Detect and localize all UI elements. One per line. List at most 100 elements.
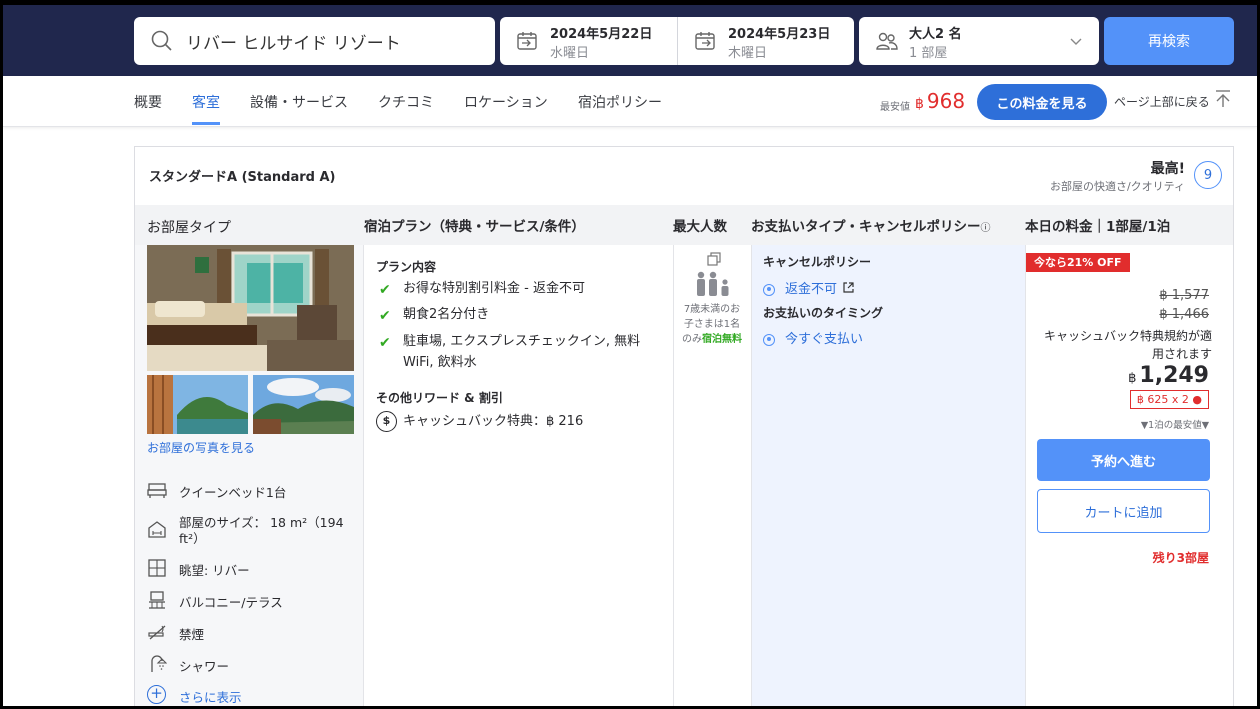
feature-room-size-label: 部屋のサイズ： 18 m²（194 ft²）: [179, 515, 344, 546]
final-price: ฿ 1,249: [1128, 363, 1209, 388]
view-icon: [147, 558, 167, 578]
feature-shower-label: シャワー: [179, 659, 230, 674]
payment-timing-heading: お支払いのタイミング: [763, 306, 884, 320]
room-photos-link[interactable]: お部屋の写真を見る: [147, 439, 255, 456]
header-price: 本日の料金｜1部屋/1泊: [1025, 219, 1171, 235]
checkin-day-text: 水曜日: [550, 46, 590, 61]
checkin-date[interactable]: 2024年5月22日 水曜日: [500, 17, 677, 65]
balcony-icon: [147, 590, 167, 610]
guests-count: 大人2 名: [909, 27, 962, 42]
add-to-cart-button[interactable]: カートに追加: [1037, 489, 1210, 533]
back-to-top-link[interactable]: ページ上部に戻る: [1114, 93, 1210, 110]
plan-item-discount: ✔ お得な特別割引料金 - 返金不可: [379, 278, 649, 299]
search-icon: [150, 29, 174, 57]
adult-child-icon: [695, 271, 733, 301]
date-picker[interactable]: 2024年5月22日 水曜日 2024年5月23日 木曜日: [500, 17, 854, 65]
plan-item-discount-text: お得な特別割引料金 - 返金不可: [403, 281, 585, 296]
rewards-heading: その他リワード & 割引: [376, 391, 503, 405]
original-price-1: ฿ 1,577: [1159, 288, 1209, 303]
checkout-date[interactable]: 2024年5月23日 木曜日: [677, 17, 854, 65]
property-nav: 概要 客室 設備・サービス クチコミ ロケーション 宿泊ポリシー 最安値 ฿ 96…: [3, 76, 1257, 127]
plan-heading: プラン内容: [376, 260, 437, 274]
room-photo-balcony[interactable]: [147, 375, 248, 434]
room-photo-main[interactable]: [147, 245, 354, 371]
cancel-policy-option[interactable]: 返金不可: [763, 278, 854, 297]
child-policy-free: 宿泊無料: [702, 334, 742, 345]
external-link-icon[interactable]: [843, 282, 854, 297]
header-payment-text: お支払いタイプ・キャンセルポリシー: [751, 219, 981, 235]
tab-location[interactable]: ロケーション: [464, 92, 548, 112]
per-person-price: ฿ 625 x 2 ●: [1129, 390, 1209, 409]
plan-item-amenities-text: 駐車場, エクスプレスチェックイン, 無料WiFi, 飲料水: [403, 334, 641, 370]
checkout-day-text: 木曜日: [728, 46, 768, 61]
research-button[interactable]: 再検索: [1104, 17, 1234, 65]
search-input[interactable]: リバー ヒルサイド リゾート: [134, 17, 495, 65]
per-person-price-text: ฿ 625 x 2: [1136, 393, 1189, 406]
header-plan: 宿泊プラン（特典・サービス/条件）: [364, 219, 585, 235]
plan-item-amenities: ✔ 駐車場, エクスプレスチェックイン, 無料WiFi, 飲料水: [379, 331, 649, 373]
guests-icon: [875, 30, 899, 56]
final-price-value: 1,249: [1139, 363, 1209, 388]
tab-rooms[interactable]: 客室: [192, 92, 220, 125]
feature-no-smoking-label: 禁煙: [179, 627, 205, 642]
checkmark-icon: ✔: [379, 308, 391, 324]
no-smoking-icon: [147, 622, 167, 642]
rooms-count: 1 部屋: [909, 46, 948, 61]
final-price-currency: ฿: [1128, 371, 1137, 386]
room-table-header: お部屋タイプ 宿泊プラン（特典・サービス/条件） 最大人数 お支払いタイプ・キャ…: [135, 205, 1233, 245]
rating-subtitle: お部屋の快適さ/クオリティ: [1049, 180, 1185, 193]
plan-item-breakfast-text: 朝食2名分付き: [403, 307, 490, 322]
radio-dot-icon: [763, 283, 775, 296]
chevron-down-icon: [1069, 33, 1083, 52]
checkout-calendar-icon: [694, 30, 716, 56]
bed-icon: [147, 480, 167, 500]
cashback-coin-icon: $: [376, 411, 397, 432]
room-size-icon: [147, 519, 167, 539]
cashback-reward: $ キャッシュバック特典：฿ 216: [376, 410, 583, 432]
arrow-up-icon[interactable]: [1215, 89, 1231, 113]
plan-item-breakfast: ✔ 朝食2名分付き: [379, 304, 649, 325]
person-icon: ●: [1192, 393, 1202, 406]
copy-icon: [707, 251, 721, 270]
lowest-price: ฿ 968: [915, 89, 965, 113]
checkout-date-text: 2024年5月23日: [728, 27, 831, 42]
discount-badge: 今なら21% OFF: [1026, 253, 1130, 272]
cashback-reward-text: キャッシュバック特典：฿ 216: [403, 414, 584, 429]
show-more-label: さらに表示: [179, 690, 242, 705]
original-price-2: ฿ 1,466: [1159, 307, 1209, 322]
payment-timing-option[interactable]: 今すぐ支払い: [763, 328, 863, 347]
guest-selector[interactable]: 大人2 名 1 部屋: [859, 17, 1099, 65]
rating-word: 最高!: [1150, 161, 1185, 177]
lowest-price-value: 968: [926, 89, 966, 113]
rating-score: 9: [1194, 161, 1222, 189]
book-button[interactable]: 予約へ進む: [1037, 439, 1210, 481]
search-query: リバー ヒルサイド リゾート: [186, 34, 401, 54]
lowest-price-currency: ฿: [915, 96, 924, 112]
cancel-policy-text: 返金不可: [785, 282, 838, 297]
room-card: スタンダードA (Standard A) 最高! お部屋の快適さ/クオリティ 9…: [134, 146, 1234, 709]
lowest-night-note: ▼1泊の最安値▼: [1140, 420, 1209, 431]
tab-overview[interactable]: 概要: [134, 92, 162, 112]
plus-icon: +: [147, 685, 166, 704]
feature-balcony-label: バルコニー/テラス: [179, 595, 283, 610]
checkmark-icon: ✔: [379, 335, 391, 351]
feature-bed-label: クイーンベッド1台: [179, 485, 287, 500]
header-max-guests: 最大人数: [673, 219, 727, 235]
lowest-price-label: 最安値: [880, 102, 910, 113]
feature-view-label: 眺望: リバー: [179, 563, 250, 578]
payment-timing-text: 今すぐ支払い: [785, 332, 864, 347]
cancel-policy-heading: キャンセルポリシー: [763, 255, 872, 269]
see-price-button[interactable]: この料金を見る: [977, 84, 1107, 120]
tab-policies[interactable]: 宿泊ポリシー: [578, 92, 662, 112]
header-payment: お支払いタイプ・キャンセルポリシーⓘ: [751, 215, 991, 235]
tab-facilities[interactable]: 設備・サービス: [250, 92, 348, 112]
shower-icon: [147, 654, 168, 674]
header-room-type: お部屋タイプ: [147, 220, 231, 236]
tab-reviews[interactable]: クチコミ: [378, 92, 434, 112]
rooms-left-note: 残り3部屋: [1152, 551, 1209, 565]
info-icon[interactable]: ⓘ: [981, 223, 991, 234]
room-photo-view[interactable]: [253, 375, 354, 434]
cashback-terms-note: キャッシュバック特典規約が適用されます: [1043, 329, 1212, 361]
radio-dot-icon: [763, 333, 775, 346]
search-bar: リバー ヒルサイド リゾート 2024年5月22日 水曜日 2024年5月23日…: [3, 5, 1257, 76]
